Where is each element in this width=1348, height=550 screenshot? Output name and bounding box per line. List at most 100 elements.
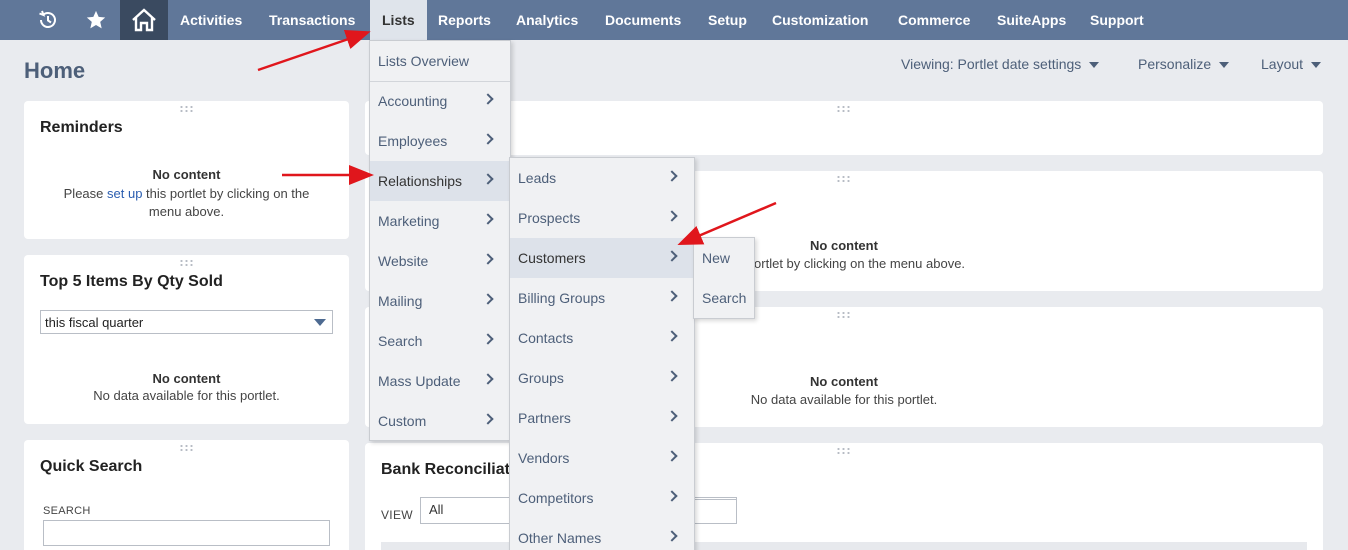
view-value: All xyxy=(429,502,444,517)
home-icon[interactable] xyxy=(120,0,168,40)
top-items-portlet: Top 5 Items By Qty Sold this fiscal quar… xyxy=(24,255,349,424)
nav-suiteapps[interactable]: SuiteApps xyxy=(985,0,1078,40)
chevron-right-icon xyxy=(666,250,678,262)
drag-handle-icon[interactable] xyxy=(836,175,852,183)
nav-transactions[interactable]: Transactions xyxy=(257,0,367,40)
menu-item-label: Website xyxy=(378,253,429,269)
chevron-right-icon xyxy=(482,173,494,185)
nav-commerce[interactable]: Commerce xyxy=(886,0,982,40)
drag-handle-icon[interactable] xyxy=(178,259,195,267)
portlet-title: Reminders xyxy=(40,119,123,136)
menu-item-leads[interactable]: Leads xyxy=(510,158,694,198)
menu-item-label: Search xyxy=(378,333,423,349)
chevron-down-icon xyxy=(1219,62,1230,69)
portlet-title: Quick Search xyxy=(40,458,143,475)
period-value: this fiscal quarter xyxy=(45,315,144,330)
personalize-label: Personalize xyxy=(1138,56,1212,72)
clock-icon xyxy=(39,10,56,28)
favorites-star-icon xyxy=(86,10,106,29)
chevron-right-icon xyxy=(666,210,678,222)
set-up-link[interactable]: set up xyxy=(107,186,142,201)
menu-item-label: Billing Groups xyxy=(518,290,606,306)
quick-search-portlet: Quick Search SEARCH xyxy=(24,440,349,550)
no-content-message: No data available for this portlet. xyxy=(93,388,280,403)
menu-item-prospects[interactable]: Prospects xyxy=(510,198,694,238)
no-content-message: Please set up this portlet by clicking o… xyxy=(24,185,349,221)
menu-item-mailing[interactable]: Mailing xyxy=(370,281,510,321)
menu-item-custom[interactable]: Custom xyxy=(370,401,510,441)
menu-item-website[interactable]: Website xyxy=(370,241,510,281)
no-content-heading: No content xyxy=(152,167,221,182)
menu-item-marketing[interactable]: Marketing xyxy=(370,201,510,241)
viewing-settings-dropdown[interactable]: Viewing: Portlet date settings xyxy=(901,56,1100,72)
menu-item-label: Accounting xyxy=(378,93,448,109)
star-icon[interactable] xyxy=(72,0,120,40)
menu-item-lists-overview[interactable]: Lists Overview xyxy=(370,41,510,81)
chevron-right-icon xyxy=(482,133,494,145)
portlet-title: Bank Reconciliati xyxy=(381,461,515,478)
menu-item-new[interactable]: New xyxy=(694,238,754,278)
nav-setup[interactable]: Setup xyxy=(696,0,759,40)
nav-activities[interactable]: Activities xyxy=(168,0,254,40)
reminders-portlet: Reminders No content Please set up this … xyxy=(24,101,349,239)
chevron-down-icon xyxy=(1311,62,1322,69)
menu-item-label: Other Names xyxy=(518,530,602,546)
drag-handle-icon[interactable] xyxy=(836,447,852,455)
menu-item-vendors[interactable]: Vendors xyxy=(510,438,694,478)
house-icon xyxy=(132,8,156,32)
menu-item-label: Contacts xyxy=(518,330,574,346)
chevron-right-icon xyxy=(666,370,678,382)
menu-item-label: Partners xyxy=(518,410,571,426)
menu-item-other-names[interactable]: Other Names xyxy=(510,518,694,550)
customers-submenu: New Search xyxy=(693,237,755,319)
menu-item-mass-update[interactable]: Mass Update xyxy=(370,361,510,401)
message-text: this portlet by clicking on the xyxy=(142,186,310,201)
nav-documents[interactable]: Documents xyxy=(593,0,693,40)
menu-item-label: Search xyxy=(702,290,747,306)
menu-item-label: Employees xyxy=(378,133,448,149)
menu-item-label: Groups xyxy=(518,370,564,386)
menu-item-partners[interactable]: Partners xyxy=(510,398,694,438)
menu-item-accounting[interactable]: Accounting xyxy=(370,81,510,121)
recent-activity-icon[interactable] xyxy=(24,0,72,40)
nav-reports[interactable]: Reports xyxy=(426,0,503,40)
menu-item-competitors[interactable]: Competitors xyxy=(510,478,694,518)
chevron-right-icon xyxy=(482,333,494,345)
nav-lists[interactable]: Lists xyxy=(370,0,427,40)
menu-item-contacts[interactable]: Contacts xyxy=(510,318,694,358)
menu-item-relationships[interactable]: Relationships xyxy=(370,161,510,201)
drag-handle-icon[interactable] xyxy=(178,105,195,113)
chevron-right-icon xyxy=(666,290,678,302)
personalize-dropdown[interactable]: Personalize xyxy=(1138,56,1230,72)
menu-item-label: Leads xyxy=(518,170,557,186)
nav-support[interactable]: Support xyxy=(1078,0,1156,40)
nav-analytics[interactable]: Analytics xyxy=(504,0,590,40)
relationships-submenu: Leads Prospects Customers Billing Groups… xyxy=(509,157,695,550)
drag-handle-icon[interactable] xyxy=(836,105,852,113)
menu-item-search[interactable]: Search xyxy=(694,278,754,318)
page-title: Home xyxy=(24,58,86,83)
chevron-down-icon xyxy=(1089,62,1100,69)
menu-item-customers[interactable]: Customers xyxy=(510,238,694,278)
top-navigation-bar: Activities Transactions Lists Reports An… xyxy=(0,0,1348,40)
date-input[interactable] xyxy=(694,499,737,524)
lists-menu: Lists Overview Accounting Employees Rela… xyxy=(369,40,511,441)
menu-item-search[interactable]: Search xyxy=(370,321,510,361)
menu-item-groups[interactable]: Groups xyxy=(510,358,694,398)
portlet-title: Top 5 Items By Qty Sold xyxy=(40,273,223,290)
drag-handle-icon[interactable] xyxy=(836,311,852,319)
chevron-right-icon xyxy=(666,330,678,342)
message-text: Please xyxy=(63,186,108,201)
nav-customization[interactable]: Customization xyxy=(760,0,880,40)
menu-item-employees[interactable]: Employees xyxy=(370,121,510,161)
view-label: VIEW xyxy=(381,508,413,522)
menu-item-label: Custom xyxy=(378,413,427,429)
dropdown-arrow-icon xyxy=(314,319,326,326)
search-label: SEARCH xyxy=(43,505,91,517)
menu-item-label: New xyxy=(702,250,731,266)
layout-dropdown[interactable]: Layout xyxy=(1261,56,1322,72)
drag-handle-icon[interactable] xyxy=(178,444,195,452)
period-select[interactable]: this fiscal quarter xyxy=(40,310,333,334)
menu-item-billing-groups[interactable]: Billing Groups xyxy=(510,278,694,318)
search-input[interactable] xyxy=(43,520,330,546)
